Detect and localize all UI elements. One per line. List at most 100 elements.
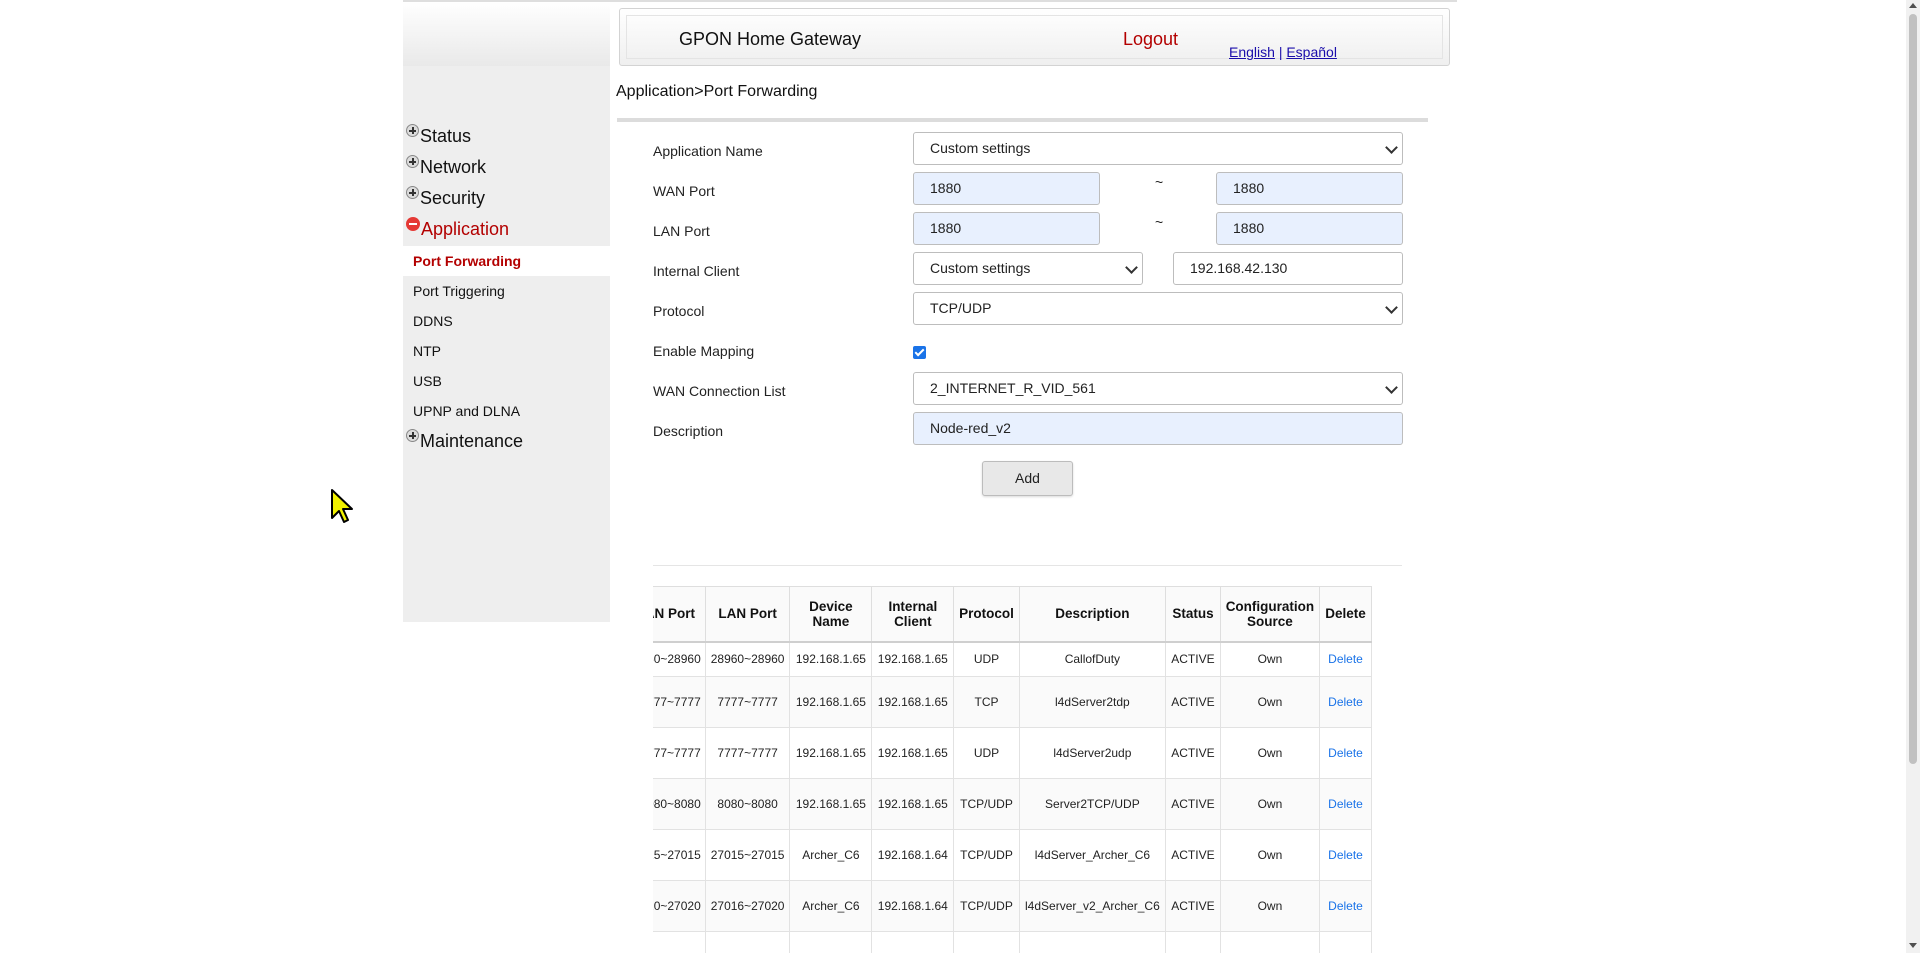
cell-description: l4dServer_Archer_C6: [1018, 829, 1167, 881]
cell-device-name: 192.168.1.65: [789, 641, 873, 677]
app-name-label: Application Name: [653, 143, 763, 159]
delete-link[interactable]: Delete: [1319, 778, 1372, 830]
cell-status: ACTIVE: [1165, 727, 1221, 779]
cell-lan-port: [704, 931, 791, 953]
cell-lan-port: 7777~7777: [704, 676, 791, 728]
cell-internal-client: 192.168.1.65: [871, 727, 955, 779]
table-row: 27015~27015 27015~27015 Archer_C6 192.16…: [653, 829, 1372, 881]
lang-english-link[interactable]: English: [1229, 44, 1275, 60]
gateway-title: GPON Home Gateway: [679, 29, 862, 49]
scrollbar-thumb[interactable]: [1909, 14, 1917, 764]
cell-wan-port: 7777~7777: [653, 727, 706, 779]
description-input[interactable]: Node-red_v2: [913, 412, 1403, 445]
menu-status-label: Status: [420, 126, 472, 146]
wan-connection-select[interactable]: 2_INTERNET_R_VID_561: [913, 372, 1403, 405]
sidebar-item-port-forwarding[interactable]: Port Forwarding: [403, 246, 610, 276]
lang-separator: |: [1278, 44, 1283, 60]
cell-wan-port: 8080~8080: [653, 778, 706, 830]
enable-mapping-checkbox[interactable]: [913, 346, 926, 359]
breadcrumb: Application>Port Forwarding: [616, 83, 818, 100]
cell-lan-port: 8080~8080: [704, 778, 791, 830]
table-row: 8080~8080 8080~8080 192.168.1.65 192.168…: [653, 778, 1372, 830]
col-description: Description: [1018, 586, 1167, 643]
logout-link[interactable]: Logout: [1123, 29, 1178, 50]
menu-network[interactable]: Network: [406, 155, 486, 178]
cell-protocol: UDP: [953, 641, 1020, 677]
cell-lan-port: 27016~27020: [704, 880, 791, 932]
cell-internal-client: 192.168.1.65: [871, 641, 955, 677]
enable-mapping-label: Enable Mapping: [653, 343, 755, 359]
menu-status[interactable]: Status: [406, 124, 472, 147]
delete-link[interactable]: [1319, 931, 1372, 953]
left-header-panel: [403, 2, 610, 66]
cell-protocol: TCP/UDP: [953, 778, 1020, 830]
menu-application[interactable]: Application: [406, 217, 510, 240]
protocol-label: Protocol: [653, 303, 705, 319]
sidebar-item-ddns[interactable]: DDNS: [403, 306, 610, 336]
cell-lan-port: 28960~28960: [704, 641, 791, 677]
menu-security[interactable]: Security: [406, 186, 485, 209]
sidebar-item-port-triggering[interactable]: Port Triggering: [403, 276, 610, 306]
delete-link[interactable]: Delete: [1319, 676, 1372, 728]
sidebar-item-upnp-dlna[interactable]: UPNP and DLNA: [403, 396, 610, 426]
chevron-down-icon: [1385, 381, 1398, 394]
cell-wan-port: 28960~28960: [653, 641, 706, 677]
sidebar-item-ntp[interactable]: NTP: [403, 336, 610, 366]
language-switcher: English | Español: [1229, 44, 1337, 60]
col-status: Status: [1165, 586, 1221, 643]
menu-maintenance-label: Maintenance: [420, 431, 524, 451]
protocol-select[interactable]: TCP/UDP: [913, 292, 1403, 325]
scroll-up-arrow-icon[interactable]: [1909, 3, 1917, 8]
wan-connection-value: 2_INTERNET_R_VID_561: [930, 380, 1096, 396]
cell-internal-client: 192.168.1.65: [871, 676, 955, 728]
lan-port-end-input[interactable]: 1880: [1216, 212, 1403, 245]
menu-maintenance[interactable]: Maintenance: [406, 429, 524, 452]
table-row: 28960~28960 28960~28960 192.168.1.65 192…: [653, 641, 1372, 677]
cell-description: l4dServer_v2_Archer_C6: [1018, 880, 1167, 932]
internal-client-label: Internal Client: [653, 263, 740, 279]
cell-wan-port: 27020~27020: [653, 880, 706, 932]
delete-link[interactable]: Delete: [1319, 727, 1372, 779]
expand-plus-icon: [406, 124, 419, 137]
cell-protocol: UDP: [953, 727, 1020, 779]
cell-config-source: Own: [1219, 676, 1321, 728]
cell-config-source: Own: [1219, 778, 1321, 830]
internal-client-ip-input[interactable]: 192.168.42.130: [1173, 252, 1403, 285]
delete-link[interactable]: Delete: [1319, 880, 1372, 932]
delete-link[interactable]: Delete: [1319, 641, 1372, 677]
lang-spanish-link[interactable]: Español: [1286, 44, 1337, 60]
cell-device-name: 192.168.1.65: [789, 778, 873, 830]
col-config-source: Configuration Source: [1219, 586, 1321, 643]
table-row: 7777~7777 7777~7777 192.168.1.65 192.168…: [653, 676, 1372, 728]
add-button[interactable]: Add: [982, 461, 1073, 496]
chevron-down-icon: [1385, 301, 1398, 314]
cell-description: l4dServer2udp: [1018, 727, 1167, 779]
wan-connection-label: WAN Connection List: [653, 383, 786, 399]
lan-port-label: LAN Port: [653, 223, 710, 239]
cell-lan-port: 7777~7777: [704, 727, 791, 779]
wan-port-end-input[interactable]: 1880: [1216, 172, 1403, 205]
internal-client-select-value: Custom settings: [930, 260, 1031, 276]
description-label: Description: [653, 423, 724, 439]
mouse-pointer-icon: [331, 489, 353, 523]
scroll-down-arrow-icon[interactable]: [1909, 943, 1917, 948]
cell-internal-client: 192.168.1.65: [871, 778, 955, 830]
lan-port-start-input[interactable]: 1880: [913, 212, 1100, 245]
cell-status: [1165, 931, 1221, 953]
cell-description: [1018, 931, 1167, 953]
wan-port-range-sep: ~: [1155, 174, 1164, 190]
col-wan-port: WAN Port: [653, 586, 706, 643]
cell-internal-client: 192.168.1.64: [871, 880, 955, 932]
sidebar-item-usb[interactable]: USB: [403, 366, 610, 396]
app-name-select[interactable]: Custom settings: [913, 132, 1403, 165]
port-forwarding-table-container[interactable]: WAN Port LAN Port Device Name Internal C…: [653, 586, 1403, 953]
delete-link[interactable]: Delete: [1319, 829, 1372, 881]
cell-config-source: Own: [1219, 829, 1321, 881]
cell-device-name: 192.168.1.65: [789, 676, 873, 728]
chevron-down-icon: [1125, 261, 1138, 274]
menu-application-label: Application: [421, 219, 510, 239]
col-lan-port: LAN Port: [704, 586, 791, 643]
wan-port-start-input[interactable]: 1880: [913, 172, 1100, 205]
cell-device-name: 192.168.1.65: [789, 727, 873, 779]
internal-client-select[interactable]: Custom settings: [913, 252, 1143, 285]
